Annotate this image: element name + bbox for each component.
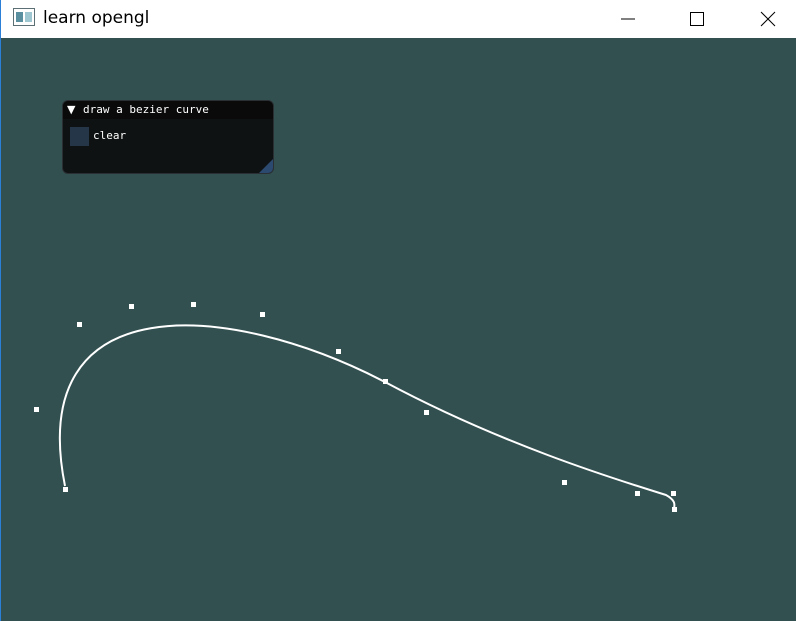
control-point[interactable] <box>260 312 265 317</box>
bezier-curve <box>58 324 676 509</box>
close-button[interactable] <box>745 0 791 38</box>
control-point[interactable] <box>383 379 388 384</box>
opengl-app-icon <box>13 8 35 26</box>
control-point[interactable] <box>77 322 82 327</box>
control-point[interactable] <box>191 302 196 307</box>
imgui-panel[interactable]: ▼ draw a bezier curve clear <box>62 100 274 174</box>
maximize-icon <box>690 12 704 26</box>
control-point[interactable] <box>129 304 134 309</box>
app-window: learn opengl ▼ draw a bezier curve clear <box>0 0 796 621</box>
clear-checkbox[interactable] <box>70 127 89 146</box>
control-point[interactable] <box>34 407 39 412</box>
control-point[interactable] <box>63 487 68 492</box>
resize-grip[interactable] <box>259 159 273 173</box>
control-point[interactable] <box>336 349 341 354</box>
close-icon <box>760 11 776 27</box>
control-point[interactable] <box>562 480 567 485</box>
minimize-button[interactable] <box>605 0 651 38</box>
control-point[interactable] <box>424 410 429 415</box>
panel-title: draw a bezier curve <box>83 103 209 116</box>
window-title: learn opengl <box>43 8 150 28</box>
opengl-viewport[interactable]: ▼ draw a bezier curve clear <box>1 38 796 621</box>
maximize-button[interactable] <box>674 0 720 38</box>
panel-title-bar[interactable]: ▼ draw a bezier curve <box>63 101 273 119</box>
minimize-icon <box>621 18 635 20</box>
title-bar[interactable]: learn opengl <box>1 0 796 38</box>
control-point[interactable] <box>635 491 640 496</box>
control-point[interactable] <box>672 507 677 512</box>
clear-checkbox-label[interactable]: clear <box>93 129 126 143</box>
collapse-arrow-icon[interactable]: ▼ <box>67 103 75 117</box>
control-point[interactable] <box>671 491 676 496</box>
